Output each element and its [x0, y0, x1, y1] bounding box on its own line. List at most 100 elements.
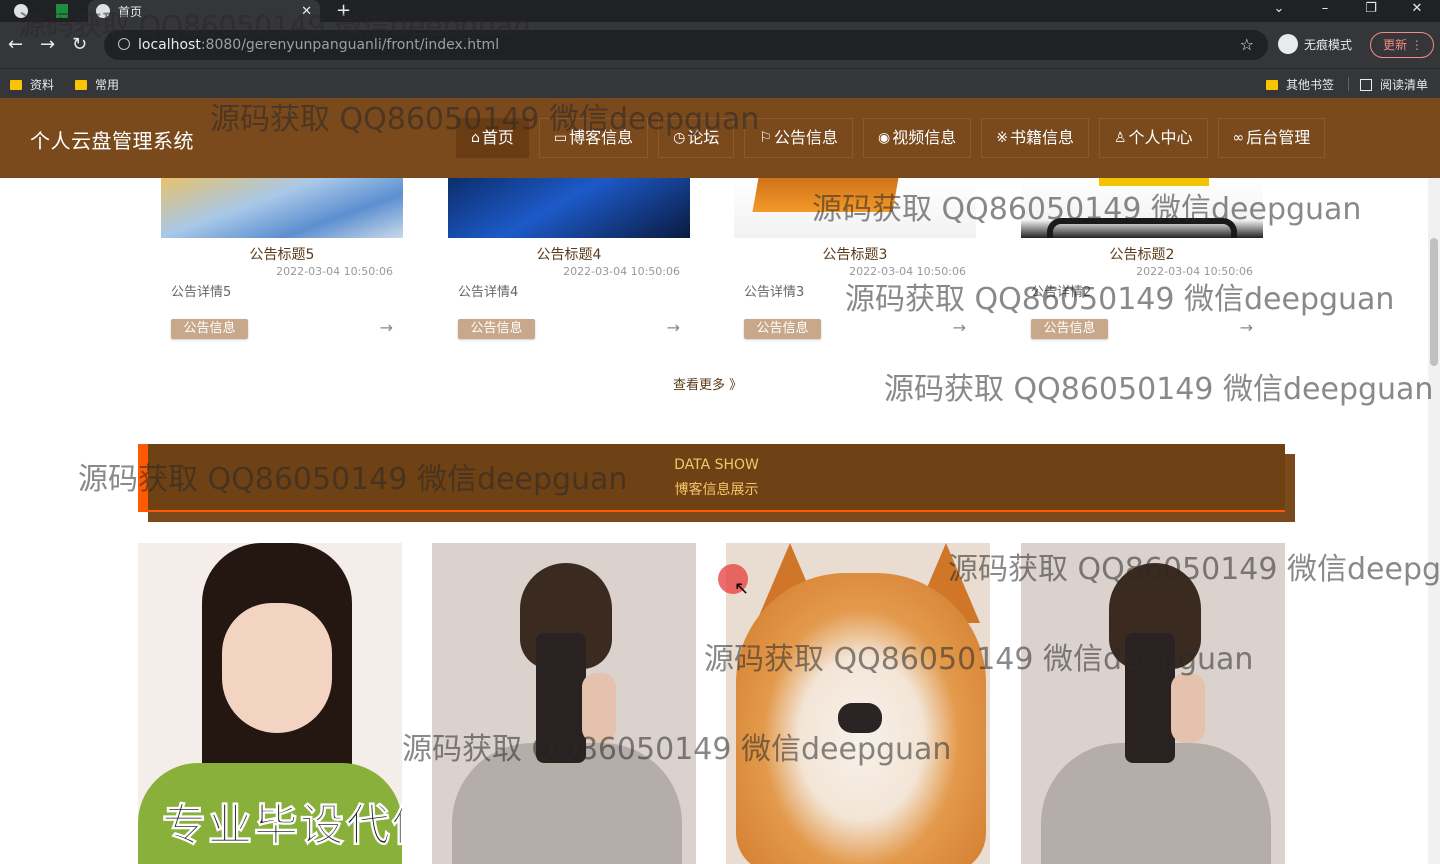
nav-label: 公告信息	[773, 128, 838, 147]
close-window-button[interactable]: ✕	[1394, 0, 1440, 22]
site-info-icon[interactable]	[118, 38, 130, 50]
bookmark-star-icon[interactable]: ☆	[1240, 30, 1254, 60]
notice-thumbnail[interactable]	[448, 178, 690, 238]
notice-tag[interactable]: 公告信息	[1031, 319, 1108, 339]
nav-admin[interactable]: ∞ 后台管理	[1217, 118, 1326, 158]
blog-photo[interactable]	[1021, 543, 1285, 864]
nav-blog[interactable]: ▭ 博客信息	[538, 118, 649, 158]
blog-photo[interactable]	[432, 543, 696, 864]
notice-desc: 公告详情3	[744, 285, 805, 300]
minimize-button[interactable]: –	[1302, 0, 1348, 22]
notice-title[interactable]: 公告标题2	[1021, 244, 1263, 264]
blog-photo[interactable]: 专业毕设代做	[138, 543, 402, 864]
nav-notice[interactable]: ⚐ 公告信息	[744, 118, 853, 158]
arrow-right-icon[interactable]: →	[380, 318, 393, 337]
notice-thumbnail[interactable]	[734, 178, 976, 238]
nav-home[interactable]: ⌂ 首页	[456, 118, 529, 158]
nav-label: 博客信息	[569, 128, 634, 147]
notice-thumbnail[interactable]	[1021, 178, 1263, 238]
nav-book[interactable]: ※ 书籍信息	[981, 118, 1089, 158]
restore-button[interactable]: ❐	[1348, 0, 1394, 22]
bookmark-label: 阅读清单	[1380, 78, 1429, 92]
notice-tag[interactable]: 公告信息	[744, 319, 821, 339]
close-tab-icon[interactable]: ✕	[301, 4, 312, 19]
notice-title[interactable]: 公告标题3	[734, 244, 976, 264]
bookmark-label: 其他书签	[1286, 78, 1335, 92]
update-button[interactable]: 更新 ⋮	[1370, 32, 1434, 58]
page-scrollbar[interactable]	[1428, 98, 1440, 864]
notice-date: 2022-03-04 10:50:06	[1136, 265, 1253, 278]
blog-photo[interactable]	[726, 543, 990, 864]
notice-date: 2022-03-04 10:50:06	[563, 265, 680, 278]
address-bar[interactable]: localhost:8080/gerenyunpanguanli/front/i…	[104, 30, 1268, 60]
reload-button[interactable]: ↻	[72, 34, 87, 55]
notice-tag[interactable]: 公告信息	[458, 319, 535, 339]
banner-title: 博客信息展示	[674, 482, 759, 498]
browser-menu-icon[interactable]	[14, 0, 28, 22]
nav-label: 视频信息	[892, 128, 957, 147]
folder-icon	[10, 79, 22, 90]
active-tab[interactable]: 首页 ✕	[88, 0, 320, 22]
blog-icon: ▭	[553, 130, 568, 146]
photo-graphic	[1171, 673, 1205, 743]
nav-label: 书籍信息	[1009, 128, 1074, 147]
notice-tag[interactable]: 公告信息	[171, 319, 248, 339]
book-icon: ※	[996, 130, 1008, 146]
other-bookmarks[interactable]: 其他书签	[1266, 76, 1334, 93]
incognito-indicator[interactable]: 无痕模式	[1278, 34, 1352, 54]
mouse-cursor-icon: ↖	[734, 578, 750, 599]
scrollbar-thumb[interactable]	[1430, 238, 1438, 366]
notice-date: 2022-03-04 10:50:06	[276, 265, 393, 278]
arrow-right-icon[interactable]: →	[953, 318, 966, 337]
notice-card[interactable]: 公告标题3 2022-03-04 10:50:06 公告详情3 公告信息 →	[734, 178, 976, 358]
notice-card[interactable]: 公告标题2 2022-03-04 10:50:06 公告详情2 公告信息 →	[1021, 178, 1263, 358]
nav-label: 论坛	[687, 128, 720, 147]
nav-label: 首页	[481, 128, 514, 147]
url-path: :8080/gerenyunpanguanli/front/index.html	[200, 37, 500, 53]
url-host: localhost	[138, 37, 201, 53]
notice-card[interactable]: 公告标题4 2022-03-04 10:50:06 公告详情4 公告信息 →	[448, 178, 690, 358]
video-icon: ◉	[877, 130, 891, 146]
main-nav: ⌂ 首页 ▭ 博客信息 ◷ 论坛 ⚐ 公告信息 ◉ 视频信息 ※ 书籍信息 ♙ 个人中心 ∞ 后…	[456, 118, 1326, 158]
reading-list[interactable]: 阅读清单	[1360, 76, 1428, 93]
tab-search-icon[interactable]: ⌄	[1256, 0, 1302, 22]
bookmark-folder-1[interactable]: 资料	[10, 76, 54, 93]
site-header: 个人云盘管理系统 ⌂ 首页 ▭ 博客信息 ◷ 论坛 ⚐ 公告信息 ◉ 视频信息 ※ 书籍信息…	[0, 98, 1440, 178]
nav-forum[interactable]: ◷ 论坛	[658, 118, 735, 158]
bookmark-divider	[1348, 77, 1349, 91]
bookmarks-bar: 资料 常用 其他书签 阅读清单	[0, 68, 1440, 98]
arrow-right-icon[interactable]: →	[1240, 318, 1253, 337]
tab-title: 首页	[118, 4, 143, 19]
view-more-link[interactable]: 查看更多 》	[673, 374, 742, 393]
update-label: 更新	[1383, 38, 1408, 52]
window-controls: ⌄ – ❐ ✕	[1256, 0, 1440, 22]
new-tab-button[interactable]: +	[336, 0, 351, 22]
thumb-graphic	[1099, 178, 1209, 186]
spreadsheet-tab-icon[interactable]	[56, 0, 68, 22]
bookmark-folder-2[interactable]: 常用	[75, 76, 119, 93]
forward-button[interactable]: →	[40, 34, 55, 55]
photo-caption: 专业毕设代做	[162, 800, 403, 852]
data-show-banner: DATA SHOW 博客信息展示	[138, 444, 1285, 512]
notice-title[interactable]: 公告标题4	[448, 244, 690, 264]
photo-graphic	[536, 633, 586, 763]
photo-graphic	[1125, 633, 1175, 763]
bookmark-label: 常用	[95, 78, 120, 92]
notice-date: 2022-03-04 10:50:06	[849, 265, 966, 278]
bookmark-label: 资料	[30, 78, 55, 92]
browser-toolbar: ← → ↻ localhost:8080/gerenyunpanguanli/f…	[0, 22, 1440, 68]
nav-video[interactable]: ◉ 视频信息	[862, 118, 972, 158]
nav-label: 后台管理	[1246, 128, 1311, 147]
nav-profile[interactable]: ♙ 个人中心	[1098, 118, 1208, 158]
arrow-right-icon[interactable]: →	[667, 318, 680, 337]
forum-icon: ◷	[673, 130, 686, 146]
photo-graphic	[222, 603, 332, 733]
back-button[interactable]: ←	[8, 34, 23, 55]
reading-list-icon	[1360, 78, 1372, 91]
banner-subtitle: DATA SHOW	[674, 457, 759, 473]
notice-card[interactable]: 公告标题5 2022-03-04 10:50:06 公告详情5 公告信息 →	[161, 178, 403, 358]
news-graphic	[752, 178, 900, 212]
notice-desc: 公告详情2	[1031, 285, 1092, 300]
notice-thumbnail[interactable]	[161, 178, 403, 238]
notice-title[interactable]: 公告标题5	[161, 244, 403, 264]
